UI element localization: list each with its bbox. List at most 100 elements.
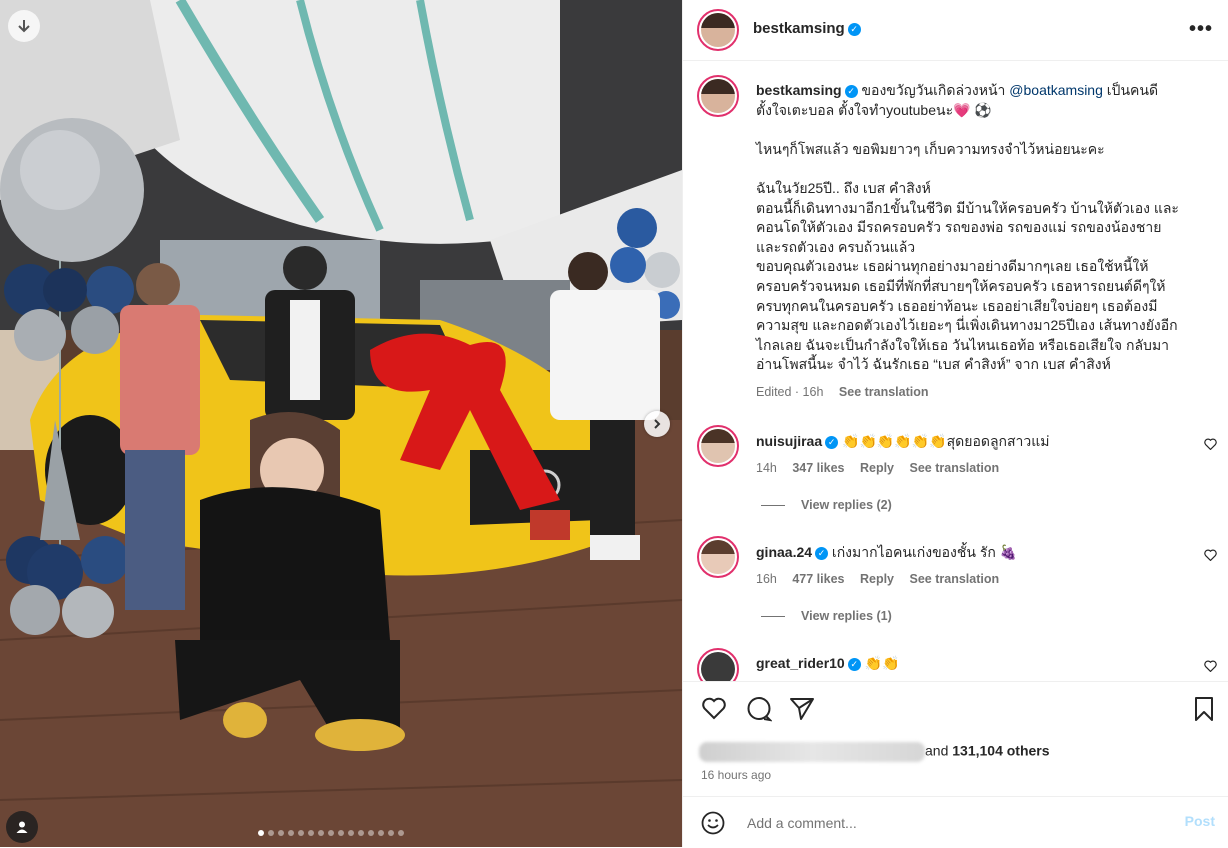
carousel-dot bbox=[308, 830, 314, 836]
reply-button[interactable]: Reply bbox=[860, 461, 894, 475]
carousel-dot bbox=[298, 830, 304, 836]
carousel-dot bbox=[338, 830, 344, 836]
view-replies-label[interactable]: View replies (1) bbox=[801, 609, 892, 623]
caption-username[interactable]: bestkamsing bbox=[756, 82, 842, 98]
comment-time: 16h bbox=[756, 572, 777, 586]
see-translation-link[interactable]: See translation bbox=[910, 572, 1000, 586]
post-author-username[interactable]: bestkamsing ✓ bbox=[753, 20, 861, 37]
post-photo bbox=[0, 0, 682, 847]
caption-line: ครบทุกคนในครอบครัว เธออย่าท้อนะ เธออย่าเ… bbox=[756, 297, 1158, 314]
like-comment-heart-icon[interactable] bbox=[1204, 659, 1217, 675]
carousel-dot bbox=[348, 830, 354, 836]
reply-button[interactable]: Reply bbox=[860, 572, 894, 586]
like-comment-heart-icon[interactable] bbox=[1204, 548, 1217, 564]
likes-others-count[interactable]: 131,104 others bbox=[952, 743, 1049, 759]
carousel-dot bbox=[288, 830, 294, 836]
add-comment-bar: Post bbox=[683, 796, 1228, 848]
post-actions: and 131,104 others 16 hours ago bbox=[683, 681, 1228, 797]
post-header: bestkamsing ✓ ••• bbox=[683, 0, 1228, 61]
carousel-dot bbox=[318, 830, 324, 836]
verified-badge-icon: ✓ bbox=[847, 22, 861, 36]
download-button[interactable] bbox=[8, 10, 40, 42]
caption-line: และรถตัวเอง ครบถ้วนแล้ว bbox=[756, 238, 916, 255]
post-image[interactable] bbox=[0, 0, 682, 847]
user-icon bbox=[16, 821, 28, 833]
edited-timestamp: Edited · 16h bbox=[756, 384, 824, 399]
caption-line: ความสุข และกอดตัวเองไว้เยอะๆ นี่เพิ่งเดิ… bbox=[756, 317, 1178, 334]
carousel-dot bbox=[398, 830, 404, 836]
post-caption: bestkamsing ✓ ของขวัญวันเกิดล่วงหน้า @boa… bbox=[756, 81, 1206, 403]
mention-link[interactable]: @boatkamsing bbox=[1009, 82, 1103, 98]
tagged-users-button[interactable] bbox=[6, 811, 38, 843]
caption-line1-tail: เป็นคนดี bbox=[1106, 82, 1159, 98]
comment-avatar[interactable] bbox=[697, 648, 739, 681]
likes-and: and bbox=[925, 742, 949, 759]
comment-username[interactable]: great_rider10 bbox=[756, 655, 845, 671]
comment: nuisujiraa ✓ 👏👏👏👏👏👏สุดยอดลูกสาวแม่ 14h 34… bbox=[756, 432, 1186, 475]
share-icon[interactable] bbox=[789, 696, 815, 725]
comment: great_rider10 ✓ 👏👏 bbox=[756, 654, 1186, 672]
more-options-button[interactable]: ••• bbox=[1189, 18, 1213, 41]
view-replies-button[interactable]: View replies (2) bbox=[761, 498, 892, 512]
carousel-dot bbox=[278, 830, 284, 836]
comment-likes[interactable]: 347 likes bbox=[792, 461, 844, 475]
post-time-ago[interactable]: 16 hours ago bbox=[701, 768, 771, 782]
avatar[interactable] bbox=[697, 9, 739, 51]
caption-line: อ่านโพสนี้นะ จำไว้ ฉันรักเธอ “เบส คำสิงห… bbox=[756, 356, 1111, 373]
view-replies-button[interactable]: View replies (1) bbox=[761, 609, 892, 623]
verified-badge-icon: ✓ bbox=[825, 435, 839, 449]
carousel-dot bbox=[268, 830, 274, 836]
comment-avatar[interactable] bbox=[697, 425, 739, 467]
caption-line: ตั้งใจเตะบอล ตั้งใจทำyoutubeนะ💗 ⚽ bbox=[756, 101, 992, 118]
carousel-dots bbox=[258, 830, 404, 836]
bookmark-icon[interactable] bbox=[1193, 696, 1215, 725]
verified-badge-icon: ✓ bbox=[847, 657, 861, 671]
caption-line: ครอบครัวจนหมด เธอมีที่พักที่สบายๆให้ครอบ… bbox=[756, 277, 1166, 294]
comment-likes[interactable]: 477 likes bbox=[792, 572, 844, 586]
comment-meta: 14h 347 likes Reply See translation bbox=[756, 461, 1186, 475]
see-translation-link[interactable]: See translation bbox=[839, 385, 929, 399]
comment-avatar[interactable] bbox=[697, 536, 739, 578]
comment-text: 👏👏👏👏👏👏สุดยอดลูกสาวแม่ bbox=[842, 433, 1050, 449]
caption-avatar[interactable] bbox=[697, 75, 739, 117]
comment-time: 14h bbox=[756, 461, 777, 475]
comment-input[interactable] bbox=[745, 809, 1149, 837]
heart-icon[interactable] bbox=[701, 696, 727, 723]
liked-by-blurred bbox=[699, 742, 925, 762]
carousel-dot bbox=[368, 830, 374, 836]
carousel-dot bbox=[258, 830, 264, 836]
post-comment-button[interactable]: Post bbox=[1185, 813, 1215, 829]
caption-line: ตอนนี้ก็เดินทางมาอีก1ขั้นในชีวิต มีบ้านใ… bbox=[756, 199, 1179, 216]
caption-line: ฉันในวัย25ปี.. ถึง เบส คำสิงห์ bbox=[756, 179, 931, 196]
caption-line: ขอบคุณตัวเองนะ เธอผ่านทุกอย่างมาอย่างดีม… bbox=[756, 258, 1149, 275]
caption-line: คอนโดให้ตัวเอง มีรถครอบครัว รถของพ่อ รถข… bbox=[756, 219, 1162, 236]
view-replies-label[interactable]: View replies (2) bbox=[801, 498, 892, 512]
verified-badge-icon: ✓ bbox=[815, 546, 829, 560]
comment-icon[interactable] bbox=[746, 696, 773, 725]
caption-line: ไหนๆก็โพสแล้ว ขอพิมยาวๆ เก็บความทรงจำไว้… bbox=[756, 140, 1105, 157]
comments-section[interactable]: bestkamsing ✓ ของขวัญวันเกิดล่วงหน้า @boa… bbox=[683, 61, 1228, 681]
caption-intro: ของขวัญวันเกิดล่วงหน้า bbox=[861, 82, 1006, 98]
download-icon bbox=[18, 20, 30, 33]
carousel-dot bbox=[328, 830, 334, 836]
caption-meta: Edited · 16h See translation bbox=[756, 383, 1206, 403]
post-panel: bestkamsing ✓ ••• bestkamsing ✓ ของขวัญวัน… bbox=[682, 0, 1228, 847]
comment-meta: 16h 477 likes Reply See translation bbox=[756, 572, 1186, 586]
caption-line: ไกลเลย ฉันจะเป็นกำลังใจให้เธอ วันไหนเธอท… bbox=[756, 336, 1170, 353]
carousel-dot bbox=[388, 830, 394, 836]
likes-summary[interactable]: and 131,104 others bbox=[699, 742, 1050, 762]
comment-text: เก่งมากไอคนเก่งของชั้น รัก 🍇 bbox=[831, 544, 1018, 560]
next-image-button[interactable] bbox=[644, 411, 670, 437]
carousel-dot bbox=[358, 830, 364, 836]
comment-text: 👏👏 bbox=[864, 655, 900, 671]
like-comment-heart-icon[interactable] bbox=[1204, 437, 1217, 453]
verified-badge-icon: ✓ bbox=[844, 84, 858, 98]
comment-username[interactable]: ginaa.24 bbox=[756, 544, 812, 560]
comment-username[interactable]: nuisujiraa bbox=[756, 433, 822, 449]
carousel-dot bbox=[378, 830, 384, 836]
emoji-icon[interactable] bbox=[701, 811, 725, 838]
see-translation-link[interactable]: See translation bbox=[910, 461, 1000, 475]
comment: ginaa.24 ✓ เก่งมากไอคนเก่งของชั้น รัก 🍇 1… bbox=[756, 543, 1186, 586]
username-text[interactable]: bestkamsing bbox=[753, 20, 845, 37]
chevron-right-icon bbox=[654, 419, 661, 429]
